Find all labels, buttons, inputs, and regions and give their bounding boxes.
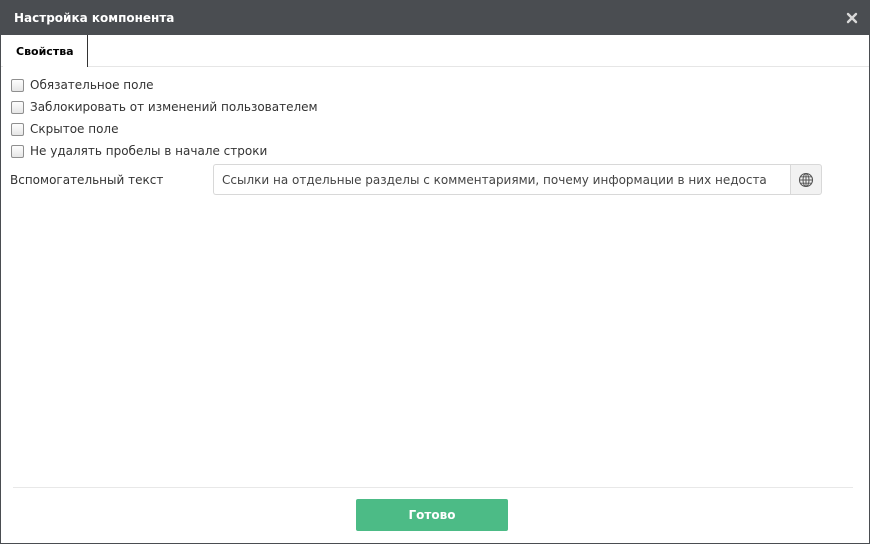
hidden-field-row: Скрытое поле <box>11 120 119 138</box>
tab-bar: Свойства <box>1 35 869 67</box>
tab-properties[interactable]: Свойства <box>3 35 88 67</box>
tab-properties-label: Свойства <box>16 44 74 58</box>
helper-text-label: Вспомогательный текст <box>10 173 164 187</box>
required-field-label: Обязательное поле <box>30 78 154 92</box>
lock-edits-row: Заблокировать от изменений пользователем <box>11 98 318 116</box>
keep-leading-spaces-label: Не удалять пробелы в начале строки <box>30 144 268 158</box>
required-field-checkbox[interactable] <box>11 78 24 92</box>
lock-edits-label: Заблокировать от изменений пользователем <box>30 100 318 114</box>
required-field-row: Обязательное поле <box>11 76 154 94</box>
component-settings-dialog: Настройка компонента Свойства Обязательн… <box>0 0 870 544</box>
keep-leading-spaces-row: Не удалять пробелы в начале строки <box>11 142 267 160</box>
keep-leading-spaces-checkbox[interactable] <box>11 144 24 158</box>
done-button[interactable]: Готово <box>356 499 508 531</box>
close-icon <box>846 12 858 24</box>
hidden-field-checkbox[interactable] <box>11 122 24 136</box>
lock-edits-checkbox[interactable] <box>11 100 24 114</box>
footer-divider <box>13 487 853 488</box>
close-button[interactable] <box>843 9 861 27</box>
dialog-title: Настройка компонента <box>14 11 175 25</box>
translate-button[interactable] <box>790 164 822 195</box>
dialog-titlebar: Настройка компонента <box>1 1 869 35</box>
hidden-field-label: Скрытое поле <box>30 122 119 136</box>
helper-text-value: Ссылки на отдельные разделы с комментари… <box>222 172 767 187</box>
globe-icon <box>798 172 814 187</box>
helper-text-input[interactable]: Ссылки на отдельные разделы с комментари… <box>213 164 791 195</box>
done-button-label: Готово <box>408 508 456 522</box>
